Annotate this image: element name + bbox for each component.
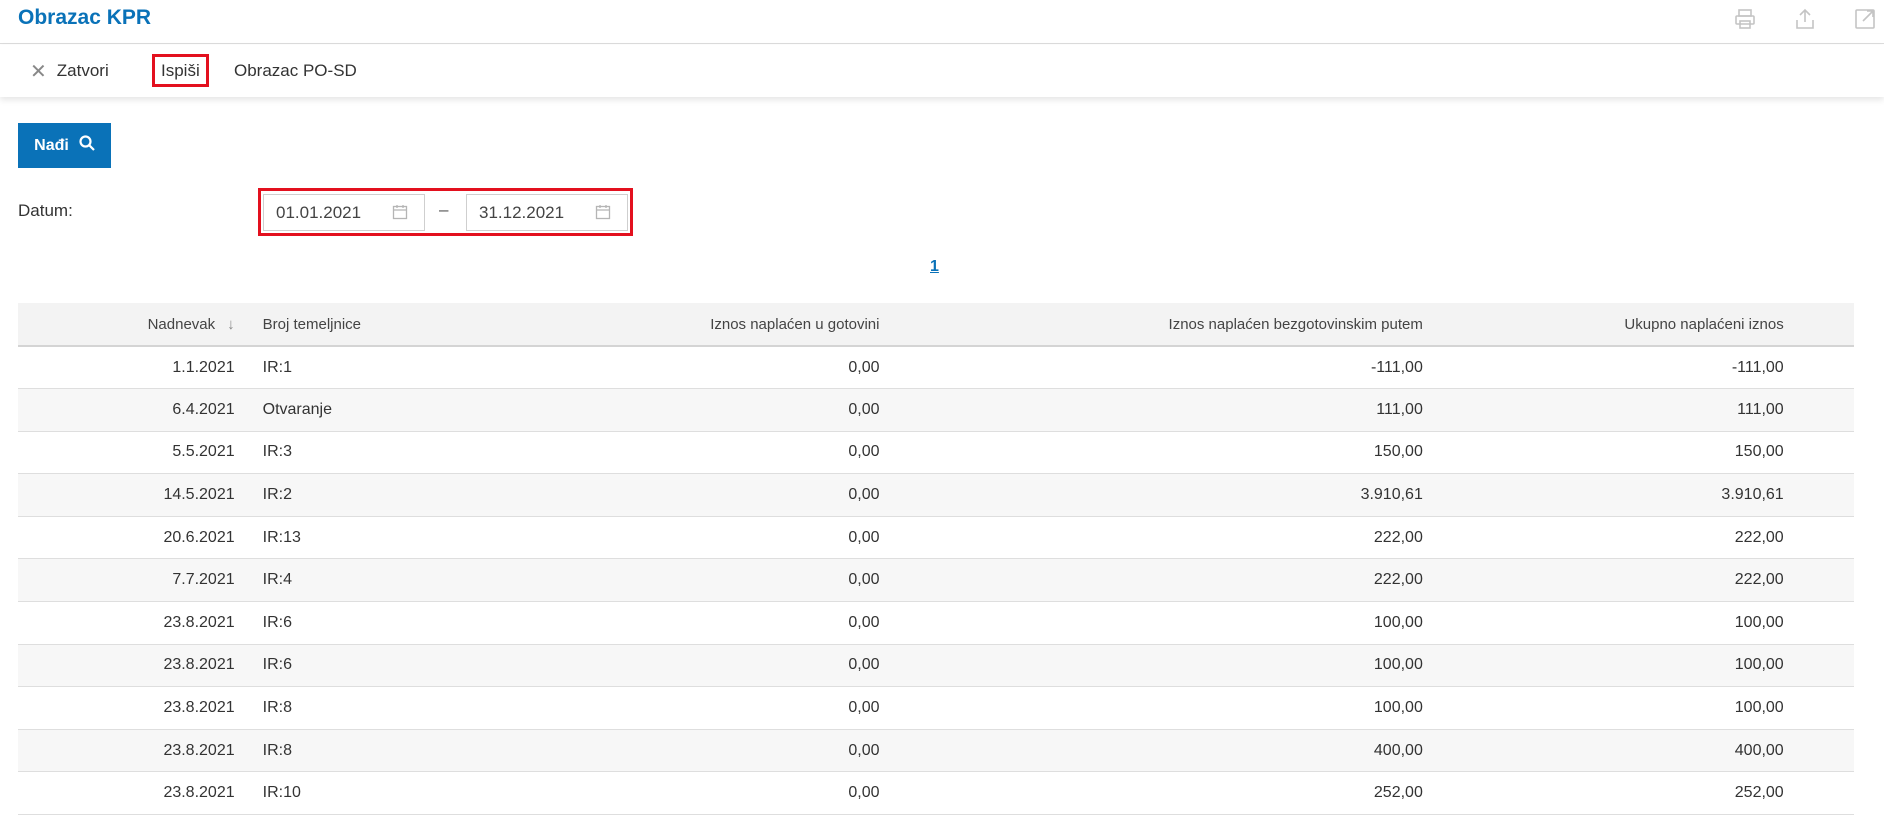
kpr-table: Nadnevak ↓ Broj temeljnice Iznos naplaćen…	[18, 303, 1854, 815]
table-row[interactable]: 23.8.2021 IR:8 0,00 100,00 100,00	[18, 686, 1854, 730]
cell-cash-amount: 0,00	[512, 771, 880, 815]
title-bar: Obrazac KPR	[0, 0, 1884, 44]
table-row[interactable]: 20.6.2021 IR:13 0,00 222,00 222,00	[18, 516, 1854, 560]
cell-document-number: IR:6	[234, 644, 513, 688]
column-header-noncash-amount[interactable]: Iznos naplaćen bezgotovinskim putem	[879, 303, 1423, 347]
cell-noncash-amount: 100,00	[879, 601, 1423, 645]
cell-noncash-amount: 100,00	[879, 644, 1423, 688]
print-label: Ispiši	[161, 61, 200, 80]
cell-total-amount: 111,00	[1422, 388, 1784, 432]
cell-total-amount: 100,00	[1422, 601, 1784, 645]
cell-total-amount: 100,00	[1422, 644, 1784, 688]
cell-date: 7.7.2021	[18, 558, 235, 603]
cell-cash-amount: 0,00	[512, 644, 880, 688]
cell-cash-amount: 0,00	[512, 516, 880, 560]
close-button[interactable]: ✕ Zatvori	[30, 45, 109, 97]
find-button[interactable]: Nađi	[18, 123, 111, 168]
table-row[interactable]: 1.1.2021 IR:1 0,00 -111,00 -111,00	[18, 346, 1854, 390]
close-label: Zatvori	[56, 61, 109, 80]
table-row[interactable]: 6.4.2021 Otvaranje 0,00 111,00 111,00	[18, 388, 1854, 432]
cell-total-amount: 3.910,61	[1422, 473, 1784, 517]
table-row[interactable]: 23.8.2021 IR:6 0,00 100,00 100,00	[18, 644, 1854, 688]
cell-cash-amount: 0,00	[512, 601, 880, 645]
toolbar: ✕ Zatvori Ispiši Obrazac PO-SD	[0, 45, 1884, 97]
cell-noncash-amount: 222,00	[879, 516, 1423, 560]
cell-cash-amount: 0,00	[512, 686, 880, 730]
cell-date: 23.8.2021	[18, 601, 235, 645]
find-label: Nađi	[34, 136, 69, 154]
column-header-cash-amount[interactable]: Iznos naplaćen u gotovini	[512, 303, 880, 347]
cell-document-number: IR:8	[234, 729, 513, 773]
cell-cash-amount: 0,00	[512, 388, 880, 432]
cell-date: 23.8.2021	[18, 729, 235, 773]
cell-total-amount: 252,00	[1422, 771, 1784, 815]
cell-document-number: IR:4	[234, 558, 513, 603]
open-new-window-icon[interactable]	[1850, 4, 1880, 34]
cell-date: 14.5.2021	[18, 473, 235, 517]
cell-document-number: IR:3	[234, 431, 513, 475]
close-icon: ✕	[30, 60, 47, 83]
cell-date: 1.1.2021	[18, 346, 235, 390]
posd-form-label: Obrazac PO-SD	[234, 61, 357, 80]
cell-noncash-amount: 100,00	[879, 686, 1423, 730]
cell-date: 6.4.2021	[18, 388, 235, 432]
column-header-date[interactable]: Nadnevak ↓	[18, 303, 235, 347]
cell-date: 23.8.2021	[18, 686, 235, 730]
cell-cash-amount: 0,00	[512, 729, 880, 773]
print-button[interactable]: Ispiši	[161, 45, 200, 97]
cell-document-number: IR:13	[234, 516, 513, 560]
search-icon	[79, 135, 95, 156]
cell-date: 23.8.2021	[18, 771, 235, 815]
print-icon[interactable]	[1730, 4, 1760, 34]
table-row[interactable]: 23.8.2021 IR:10 0,00 252,00 252,00	[18, 771, 1854, 815]
cell-noncash-amount: 111,00	[879, 388, 1423, 432]
cell-document-number: Otvaranje	[234, 388, 513, 432]
column-header-total-amount[interactable]: Ukupno naplaćeni iznos	[1422, 303, 1784, 347]
date-label: Datum:	[18, 201, 73, 220]
cell-document-number: IR:2	[234, 473, 513, 517]
cell-cash-amount: 0,00	[512, 558, 880, 603]
cell-cash-amount: 0,00	[512, 473, 880, 517]
table-row[interactable]: 7.7.2021 IR:4 0,00 222,00 222,00	[18, 558, 1854, 603]
cell-noncash-amount: 150,00	[879, 431, 1423, 475]
cell-total-amount: 222,00	[1422, 558, 1784, 603]
cell-date: 5.5.2021	[18, 431, 235, 475]
cell-noncash-amount: 3.910,61	[879, 473, 1423, 517]
cell-total-amount: 100,00	[1422, 686, 1784, 730]
date-range-separator: –	[439, 200, 449, 219]
calendar-icon[interactable]	[392, 204, 408, 220]
posd-form-button[interactable]: Obrazac PO-SD	[234, 45, 357, 97]
table-header-row: Nadnevak ↓ Broj temeljnice Iznos naplaćen…	[18, 303, 1854, 347]
cell-noncash-amount: 400,00	[879, 729, 1423, 773]
table-row[interactable]: 23.8.2021 IR:8 0,00 400,00 400,00	[18, 729, 1854, 773]
sort-down-icon: ↓	[227, 315, 235, 333]
cell-noncash-amount: 252,00	[879, 771, 1423, 815]
cell-document-number: IR:8	[234, 686, 513, 730]
cell-total-amount: 222,00	[1422, 516, 1784, 560]
share-icon[interactable]	[1790, 4, 1820, 34]
pagination-page-1[interactable]: 1	[930, 258, 939, 276]
cell-noncash-amount: 222,00	[879, 558, 1423, 603]
cell-total-amount: -111,00	[1422, 346, 1784, 390]
cell-total-amount: 150,00	[1422, 431, 1784, 475]
table-row[interactable]: 23.8.2021 IR:6 0,00 100,00 100,00	[18, 601, 1854, 645]
cell-cash-amount: 0,00	[512, 431, 880, 475]
cell-date: 20.6.2021	[18, 516, 235, 560]
cell-total-amount: 400,00	[1422, 729, 1784, 773]
table-row[interactable]: 14.5.2021 IR:2 0,00 3.910,61 3.910,61	[18, 473, 1854, 517]
cell-cash-amount: 0,00	[512, 346, 880, 390]
table-row[interactable]: 5.5.2021 IR:3 0,00 150,00 150,00	[18, 431, 1854, 475]
page-title: Obrazac KPR	[18, 6, 152, 29]
cell-date: 23.8.2021	[18, 644, 235, 688]
calendar-icon[interactable]	[595, 204, 611, 220]
cell-noncash-amount: -111,00	[879, 346, 1423, 390]
cell-document-number: IR:6	[234, 601, 513, 645]
column-header-document-number[interactable]: Broj temeljnice	[234, 303, 513, 347]
cell-document-number: IR:10	[234, 771, 513, 815]
cell-document-number: IR:1	[234, 346, 513, 390]
